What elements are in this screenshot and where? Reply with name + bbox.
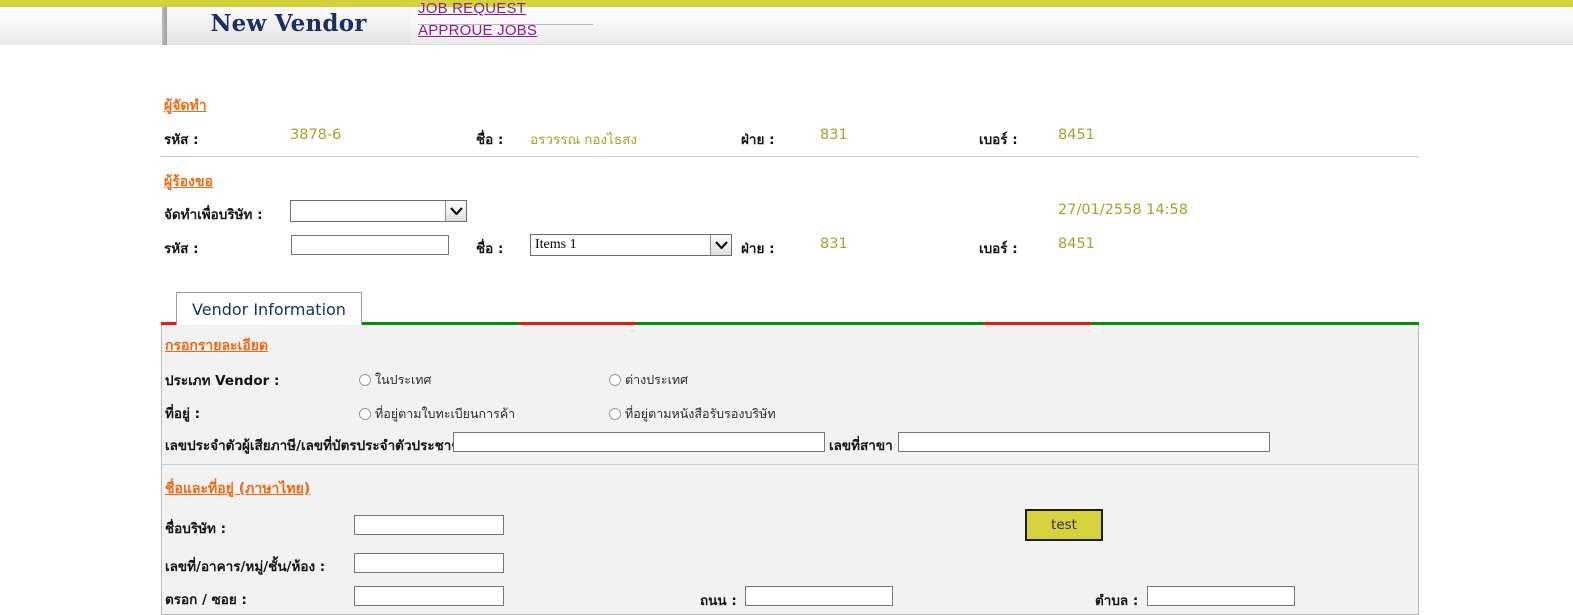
thai-soi-input[interactable]	[354, 586, 504, 606]
requester-timestamp: 27/01/2558 14:58	[1058, 202, 1188, 218]
vendor-type-radio-domestic-label: ในประเทศ	[375, 372, 432, 387]
panel-top-border-segment	[1091, 322, 1419, 325]
thai-company-name-input[interactable]	[354, 515, 504, 535]
address-type-radio-trade-registration-label: ที่อยู่ตามใบทะเบียนการค้า	[375, 406, 516, 421]
tax-id-input[interactable]	[453, 432, 825, 452]
test-button[interactable]: test	[1025, 509, 1103, 541]
panel-top-border-segment	[984, 322, 1091, 325]
vendor-type-radio-domestic[interactable]: ในประเทศ	[359, 370, 431, 390]
radio-circle-icon	[609, 408, 621, 420]
tax-id-label: เลขประจำตัวผู้เสียภาษี/เลขที่บัตรประจำตั…	[165, 438, 480, 454]
vendor-type-radio-foreign[interactable]: ต่างประเทศ	[609, 370, 688, 390]
requester-company-label: จัดทำเพื่อบริษัท :	[164, 207, 263, 223]
requester-phone-value: 8451	[1058, 236, 1095, 252]
thai-building-label: เลขที่/อาคาร/หมู่/ชั้น/ห้อง :	[165, 559, 326, 575]
address-type-label: ที่อยู่ :	[165, 406, 201, 422]
radio-circle-icon	[359, 408, 371, 420]
requester-company-select[interactable]	[290, 200, 467, 222]
vendor-information-panel	[161, 324, 1419, 615]
preparer-code-label: รหัส :	[164, 132, 199, 148]
address-type-radio-company-certificate-label: ที่อยู่ตามหนังสือรับรองบริษัท	[625, 406, 776, 421]
preparer-dept-value: 831	[820, 127, 848, 143]
requester-code-label: รหัส :	[164, 241, 199, 257]
requester-name-select[interactable]: Items 1	[530, 234, 732, 256]
thai-road-input[interactable]	[745, 586, 893, 606]
vendor-type-radio-foreign-label: ต่างประเทศ	[625, 372, 689, 387]
nav-divider	[418, 24, 593, 25]
requester-name-select-value: Items 1	[535, 237, 577, 252]
preparer-section-heading: ผู้จัดทำ	[164, 98, 207, 114]
thai-address-section-heading: ชื่อและที่อยู่ (ภาษาไทย)	[165, 481, 311, 497]
address-type-radio-company-certificate[interactable]: ที่อยู่ตามหนังสือรับรองบริษัท	[609, 404, 776, 424]
tab-vendor-information-label: Vendor Information	[192, 299, 346, 319]
preparer-phone-label: เบอร์ :	[979, 132, 1018, 148]
preparer-section-divider	[161, 156, 1419, 157]
tab-vendor-information[interactable]: Vendor Information	[176, 292, 362, 325]
branch-number-input[interactable]	[898, 432, 1270, 452]
branch-number-label: เลขที่สาขา :	[829, 438, 903, 454]
preparer-code-value: 3878-6	[290, 127, 342, 143]
details-section-heading: กรอกรายละเอียด	[165, 338, 269, 354]
radio-circle-icon	[609, 374, 621, 386]
thai-soi-label: ตรอก / ซอย :	[165, 592, 247, 608]
panel-top-border-segment	[519, 322, 636, 325]
requester-code-input[interactable]	[291, 235, 449, 255]
thai-company-name-label: ชื่อบริษัท :	[165, 521, 226, 537]
thai-subdistrict-label: ตำบล :	[1095, 593, 1139, 609]
address-type-radio-trade-registration[interactable]: ที่อยู่ตามใบทะเบียนการค้า	[359, 404, 515, 424]
details-section-divider	[161, 464, 1419, 465]
preparer-name-value: อรวรรณ กองไธสง	[530, 132, 637, 148]
thai-building-input[interactable]	[354, 553, 504, 573]
thai-road-label: ถนน :	[700, 593, 737, 609]
requester-dept-label: ฝ่าย :	[741, 241, 775, 257]
page-title: New Vendor	[210, 10, 367, 37]
requester-section-heading: ผู้ร้องขอ	[164, 174, 213, 190]
preparer-dept-label: ฝ่าย :	[741, 132, 775, 148]
header-nav: JOB REQUEST APPROUE JOBS	[418, 0, 598, 45]
vendor-type-label: ประเภท Vendor :	[165, 373, 280, 389]
page-root: New Vendor JOB REQUEST APPROUE JOBS ผู้จ…	[0, 0, 1573, 615]
requester-phone-label: เบอร์ :	[979, 241, 1018, 257]
chevron-down-icon	[445, 201, 466, 221]
header-left-panel	[0, 7, 162, 45]
chevron-down-icon	[710, 235, 731, 255]
preparer-name-label: ชื่อ :	[476, 132, 504, 148]
radio-circle-icon	[359, 374, 371, 386]
requester-dept-value: 831	[820, 236, 848, 252]
panel-top-border-segment	[636, 322, 984, 325]
nav-link-job-request[interactable]: JOB REQUEST	[418, 0, 598, 20]
preparer-phone-value: 8451	[1058, 127, 1095, 143]
test-button-label: test	[1051, 517, 1077, 533]
requester-name-label: ชื่อ :	[476, 241, 504, 257]
thai-subdistrict-input[interactable]	[1147, 586, 1295, 606]
